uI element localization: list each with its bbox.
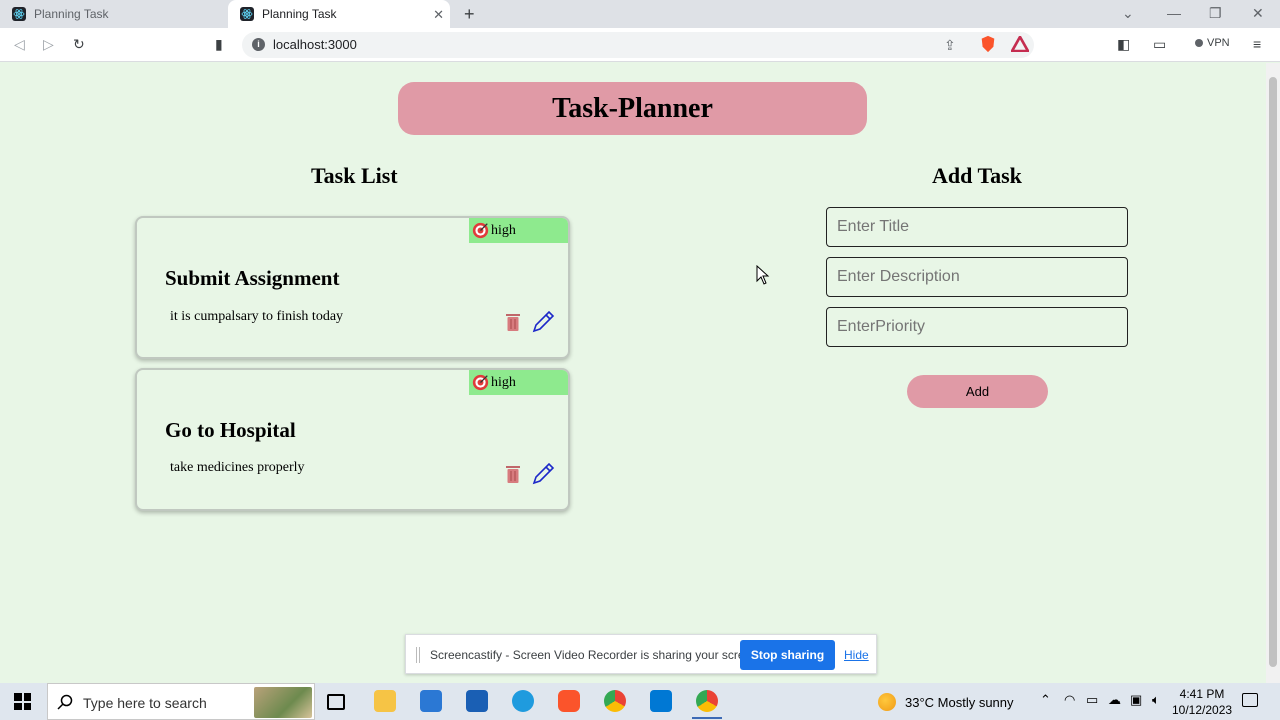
task-title: Go to Hospital [165, 418, 296, 442]
file-explorer-icon[interactable] [374, 690, 396, 712]
brave-shield-icon[interactable] [979, 35, 997, 53]
restore-icon[interactable]: ❐ [1209, 5, 1222, 22]
priority-badge: high [469, 370, 568, 395]
wallet-icon[interactable]: ▭ [1153, 36, 1166, 53]
new-tab-icon[interactable]: + [464, 4, 475, 25]
bookmark-icon[interactable]: ▮ [215, 36, 223, 53]
battery-icon[interactable]: ▭ [1086, 692, 1098, 708]
taskbar-search[interactable]: Type here to search [47, 683, 315, 720]
app-header: Task-Planner [398, 82, 867, 135]
mouse-cursor-icon [756, 265, 770, 285]
page-content: Task-Planner Task List Add Task high Sub… [0, 63, 1266, 683]
description-input[interactable] [826, 257, 1128, 297]
url-text: localhost:3000 [273, 37, 357, 52]
windows-start-icon[interactable] [14, 693, 31, 710]
windows-taskbar: Type here to search 33°C Mostly sunny ⌃ … [0, 683, 1280, 720]
tab-label: Planning Task [262, 7, 337, 21]
task-view-icon[interactable] [327, 694, 345, 710]
weather-widget[interactable]: 33°C Mostly sunny [878, 693, 1014, 711]
delete-trash-icon[interactable] [505, 464, 521, 484]
clock[interactable]: 4:41 PM 10/12/2023 [1172, 686, 1232, 718]
task-description: it is cumpalsary to finish today [170, 309, 344, 324]
browser-tab-bar: Planning Task Planning Task ✕ + ⌄ — ❐ ✕ [0, 0, 1280, 28]
share-icon[interactable]: ⇪ [944, 37, 956, 54]
device-icon[interactable]: ▣ [1130, 692, 1142, 708]
clock-date: 10/12/2023 [1172, 703, 1233, 717]
search-highlight-image [254, 687, 312, 718]
menu-icon[interactable]: ≡ [1253, 36, 1261, 52]
sidebar-icon[interactable]: ◧ [1117, 36, 1130, 53]
search-icon [57, 694, 73, 710]
back-icon[interactable]: ◁ [14, 36, 25, 53]
volume-icon[interactable]: 🔈︎ [1152, 692, 1160, 708]
network-icon[interactable]: ◠ [1064, 692, 1075, 708]
search-placeholder: Type here to search [83, 695, 207, 711]
add-task-button[interactable]: Add [907, 375, 1048, 408]
forward-icon[interactable]: ▷ [43, 36, 54, 53]
delete-trash-icon[interactable] [505, 312, 521, 332]
target-icon [472, 374, 489, 391]
vpn-status-icon [1195, 39, 1203, 47]
minimize-icon[interactable]: — [1167, 5, 1181, 21]
tray-chevron-icon[interactable]: ⌃ [1040, 692, 1051, 708]
edit-pen-icon[interactable] [531, 310, 555, 334]
clock-time: 4:41 PM [1179, 687, 1225, 701]
edit-pen-icon[interactable] [531, 462, 555, 486]
tab-label: Planning Task [34, 7, 109, 21]
page-scrollbar[interactable] [1266, 63, 1280, 683]
mail-icon[interactable] [420, 690, 442, 712]
drag-handle-icon[interactable] [416, 647, 420, 663]
task-title: Submit Assignment [165, 266, 340, 290]
vpn-button[interactable]: VPN [1195, 37, 1230, 49]
reload-icon[interactable]: ↻ [73, 36, 85, 53]
share-message: Screencastify - Screen Video Recorder is… [430, 648, 762, 662]
react-icon [12, 7, 26, 21]
brave-rewards-icon[interactable] [1011, 36, 1029, 52]
close-tab-icon[interactable]: ✕ [433, 7, 444, 23]
chrome-icon[interactable] [692, 690, 722, 719]
task-description: take medicines properly [170, 460, 305, 475]
tab-search-chevron-icon[interactable]: ⌄ [1122, 5, 1134, 22]
add-task-title: Add Task [932, 163, 1022, 188]
close-window-icon[interactable]: ✕ [1252, 5, 1264, 22]
notification-icon[interactable] [1242, 693, 1258, 707]
scrollbar-thumb[interactable] [1269, 77, 1277, 667]
browser-toolbar: ◁ ▷ ↻ ▮ i localhost:3000 ⇪ ◧ ▭ VPN ≡ [0, 28, 1280, 62]
priority-input[interactable] [826, 307, 1128, 347]
edge-icon[interactable] [512, 690, 534, 712]
sun-icon [878, 693, 896, 711]
task-list-title: Task List [311, 163, 398, 188]
title-input[interactable] [826, 207, 1128, 247]
hide-link[interactable]: Hide [844, 648, 869, 662]
react-icon [240, 7, 254, 21]
address-bar[interactable]: i localhost:3000 ⇪ [242, 32, 1034, 58]
vscode-icon[interactable] [650, 690, 672, 712]
task-card: high Submit Assignment it is cumpalsary … [135, 216, 570, 359]
browser-tab-1[interactable]: Planning Task [0, 0, 222, 28]
stop-sharing-button[interactable]: Stop sharing [740, 640, 835, 670]
target-icon [472, 222, 489, 239]
cloud-icon[interactable]: ☁ [1108, 692, 1121, 708]
browser-tab-2[interactable]: Planning Task ✕ [228, 0, 450, 28]
store-icon[interactable] [466, 690, 488, 712]
task-card: high Go to Hospital take medicines prope… [135, 368, 570, 511]
brave-icon[interactable] [558, 690, 580, 712]
priority-badge: high [469, 218, 568, 243]
chrome-profile-icon[interactable] [604, 690, 626, 712]
site-info-icon[interactable]: i [252, 38, 265, 51]
screen-share-bar: Screencastify - Screen Video Recorder is… [405, 634, 877, 674]
